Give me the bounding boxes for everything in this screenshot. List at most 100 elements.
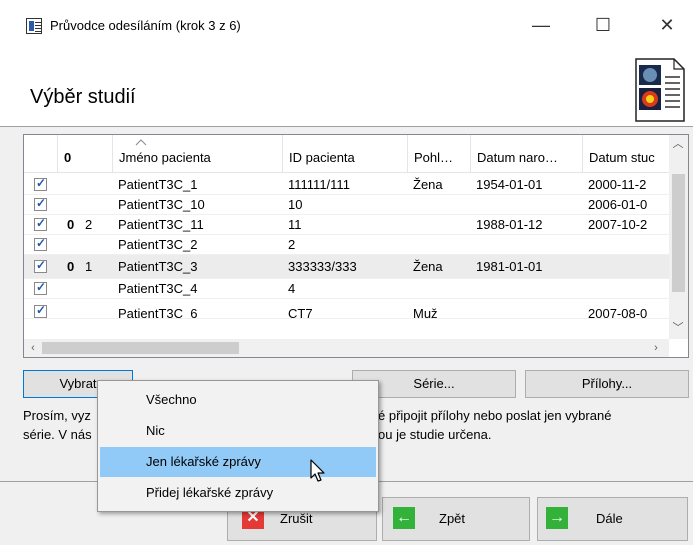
attachment-count: 1: [85, 259, 93, 274]
study-date-cell: [583, 279, 669, 299]
attachment-icon: [62, 175, 80, 195]
birth-date-cell: 1981-01-01: [476, 259, 543, 274]
sort-ascending-icon: [135, 139, 147, 146]
menu-item-none[interactable]: Nic: [100, 416, 376, 446]
menu-item-medical-reports-only[interactable]: Jen lékařské zprávy: [100, 447, 376, 477]
vertical-scrollbar[interactable]: ︿ ﹀: [669, 135, 688, 339]
row-checkbox[interactable]: [34, 176, 47, 191]
scroll-right-icon[interactable]: ›: [647, 339, 665, 357]
patient-name-cell: PatientT3C_2: [118, 237, 198, 252]
patient-name-cell: PatientT3C_3: [118, 259, 198, 274]
sex-cell: [408, 215, 471, 235]
select-dropdown-menu: Všechno Nic Jen lékařské zprávy Přidej l…: [97, 380, 379, 512]
menu-item-all[interactable]: Všechno: [100, 385, 376, 415]
instruction-text-line1-left: Prosím, vyz: [23, 408, 91, 423]
document-scan-icon: [635, 58, 685, 122]
menu-item-add-medical-reports[interactable]: Přidej lékařské zprávy: [100, 478, 376, 508]
table-row[interactable]: PatientT3C_6 CT7 Muž 2007-08-0: [24, 299, 669, 319]
table-header: 0 Jméno pacienta ID pacienta Pohl… Datum…: [24, 135, 669, 173]
attachment-count: [80, 195, 113, 215]
attachment-icon: 0: [67, 259, 75, 274]
patient-id-cell: 2: [288, 237, 296, 252]
row-checkbox[interactable]: [34, 258, 47, 273]
patient-id-cell: 333333/333: [288, 259, 357, 274]
window-title: Průvodce odesíláním (krok 3 z 6): [50, 18, 241, 33]
arrow-right-icon: →: [546, 507, 568, 529]
mouse-cursor-icon: [310, 459, 325, 482]
birth-date-cell: 1954-01-01: [476, 177, 543, 192]
row-checkbox[interactable]: [34, 196, 47, 211]
scroll-down-icon[interactable]: ﹀: [669, 319, 687, 337]
vertical-scroll-thumb[interactable]: [672, 174, 685, 292]
attachment-icon: [62, 304, 80, 318]
column-header-study-date[interactable]: Datum stuc: [583, 135, 669, 173]
attachment-icon: [62, 279, 80, 299]
patient-name-cell: PatientT3C_6: [118, 306, 198, 319]
attachment-count: [80, 175, 113, 195]
study-date-cell: 2006-01-0: [588, 197, 648, 212]
patient-id-cell: 10: [288, 197, 303, 212]
row-checkbox[interactable]: [34, 303, 47, 318]
row-checkbox[interactable]: [34, 280, 47, 295]
back-button[interactable]: ← Zpět: [382, 497, 530, 541]
birth-date-cell: [471, 304, 583, 318]
instruction-text-line2-right: ou je studie určena.: [378, 427, 492, 442]
attachment-count: [80, 304, 113, 318]
attachment-icon: [62, 195, 80, 215]
next-button[interactable]: → Dále: [537, 497, 688, 541]
close-button[interactable]: ✕: [652, 12, 682, 38]
paperclip-icon: 0: [64, 150, 72, 165]
table-row[interactable]: PatientT3C_4 4: [24, 279, 669, 299]
scroll-up-icon[interactable]: ︿: [669, 135, 687, 153]
table-row[interactable]: 0 2 PatientT3C_11 11 1988-01-12 2007-10-…: [24, 215, 669, 235]
column-header-attachments[interactable]: 0: [58, 135, 113, 173]
sex-cell: Žena: [413, 177, 443, 192]
arrow-left-icon: ←: [393, 507, 415, 529]
attachment-count: 2: [85, 217, 93, 232]
instruction-text-line2-left: série. V nás: [23, 427, 92, 442]
sex-cell: Žena: [413, 259, 443, 274]
sex-cell: [408, 279, 471, 299]
horizontal-scrollbar[interactable]: ‹ ›: [24, 339, 669, 357]
sex-cell: Muž: [413, 306, 438, 319]
birth-date-cell: [471, 235, 583, 255]
study-date-cell: 2007-10-2: [588, 217, 648, 232]
sex-cell: [408, 195, 471, 215]
patient-name-cell: PatientT3C_10: [118, 197, 205, 212]
table-row-selected[interactable]: 0 1 PatientT3C_3 333333/333 Žena 1981-01…: [24, 255, 669, 279]
patient-name-cell: PatientT3C_1: [118, 177, 198, 192]
row-checkbox[interactable]: [34, 236, 47, 251]
attachment-count: [80, 279, 113, 299]
scroll-left-icon[interactable]: ‹: [24, 339, 42, 357]
attachments-button[interactable]: Přílohy...: [525, 370, 689, 398]
column-header-check[interactable]: [24, 135, 58, 173]
study-date-cell: [583, 257, 669, 277]
horizontal-scroll-thumb[interactable]: [42, 342, 239, 354]
patient-id-cell: 4: [288, 281, 296, 296]
minimize-button[interactable]: —: [526, 12, 556, 38]
next-label: Dále: [596, 511, 623, 526]
patient-id-cell: CT7: [288, 306, 313, 319]
attachment-count: [80, 235, 113, 255]
column-header-birth-date[interactable]: Datum naro…: [471, 135, 583, 173]
studies-table[interactable]: 0 Jméno pacienta ID pacienta Pohl… Datum…: [23, 134, 689, 358]
patient-id-cell: 11: [288, 217, 302, 232]
study-date-cell: 2000-11-2: [588, 177, 647, 192]
table-row[interactable]: PatientT3C_10 10 2006-01-0: [24, 195, 669, 215]
study-date-cell: 2007-08-0: [588, 306, 648, 319]
birth-date-cell: [471, 195, 583, 215]
row-checkbox[interactable]: [34, 216, 47, 231]
column-header-patient-id[interactable]: ID pacienta: [283, 135, 408, 173]
patient-name-cell: PatientT3C_4: [118, 281, 198, 296]
sex-cell: [408, 235, 471, 255]
patient-id-cell: 111111/111: [288, 177, 350, 192]
table-row[interactable]: PatientT3C_1 111111/111 Žena 1954-01-01 …: [24, 175, 669, 195]
attachment-icon: [62, 235, 80, 255]
attachment-icon: 0: [67, 217, 75, 232]
birth-date-cell: [471, 279, 583, 299]
column-header-sex[interactable]: Pohl…: [408, 135, 471, 173]
maximize-button[interactable]: ☐: [588, 12, 618, 38]
table-row[interactable]: PatientT3C_2 2: [24, 235, 669, 255]
window-titlebar: Průvodce odesíláním (krok 3 z 6) — ☐ ✕: [0, 0, 693, 66]
instruction-text-line1-right: é připojit přílohy nebo poslat jen vybra…: [378, 408, 612, 423]
